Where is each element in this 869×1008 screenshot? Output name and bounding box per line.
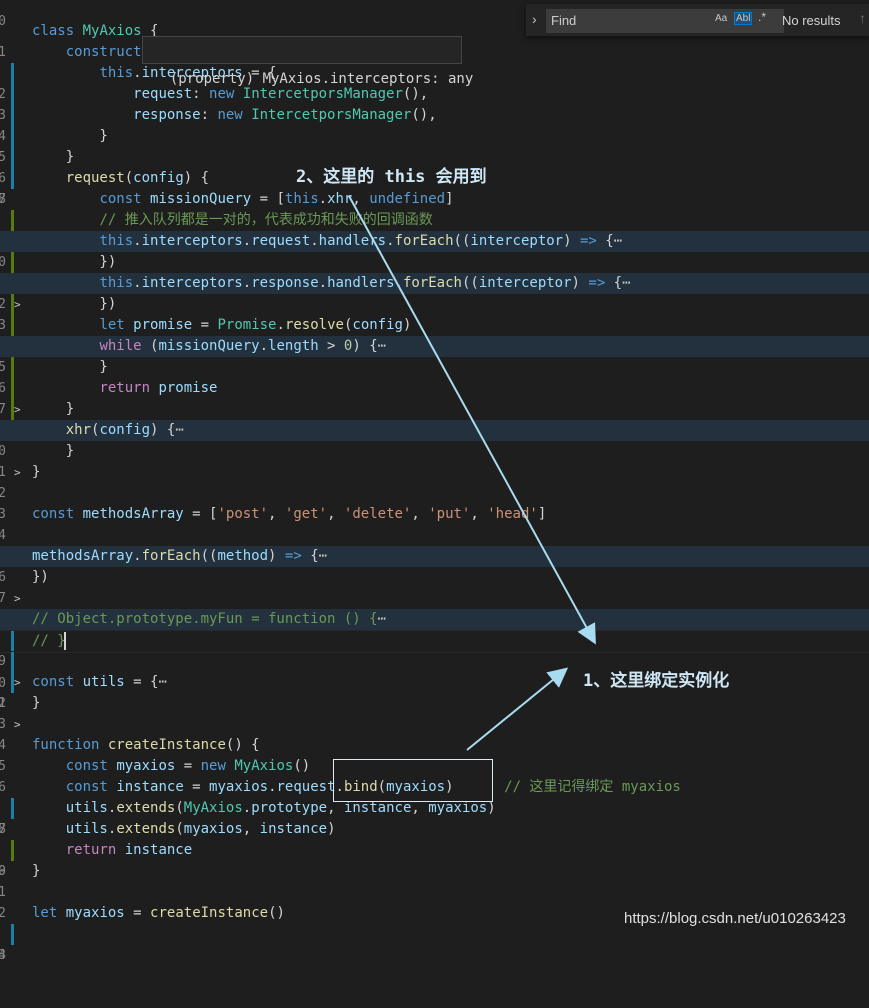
line-number: 4 (0, 948, 6, 963)
arrow-from-bind (466, 667, 569, 751)
watermark: https://blog.csdn.net/u010263423 (624, 910, 846, 927)
annotation-arrows (348, 195, 596, 751)
arrow-to-call-site (348, 195, 596, 645)
